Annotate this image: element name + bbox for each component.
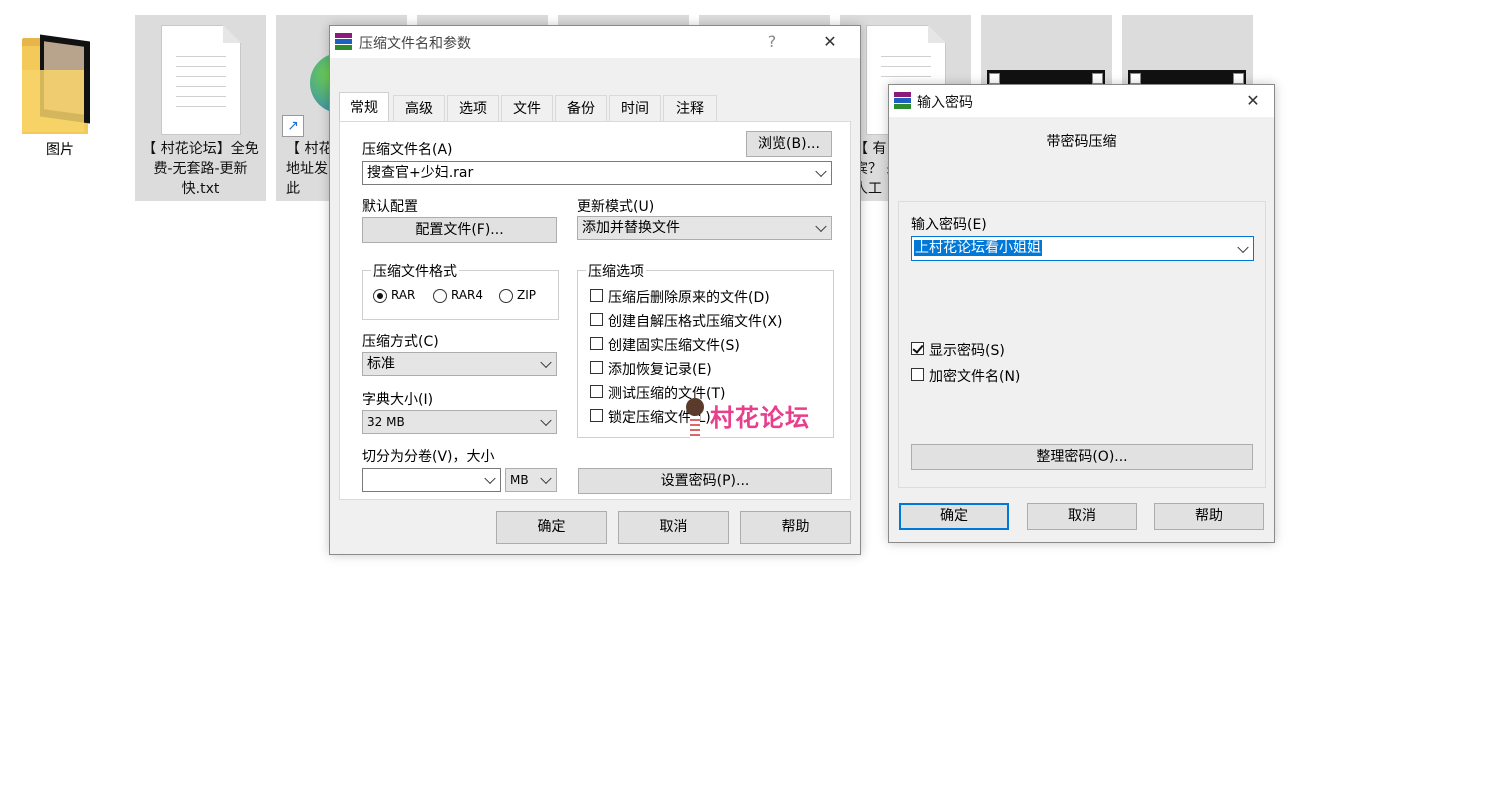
archive-name-combo[interactable]: 搜查官+少妇.rar [362,161,832,185]
profile-button[interactable]: 配置文件(F)... [362,217,557,243]
profile-label: 默认配置 [362,199,418,215]
option-label: 压缩后删除原来的文件(D) [608,290,770,306]
chevron-down-icon [540,414,552,427]
help-title-button[interactable]: ? [758,30,786,54]
desktop-item-txt[interactable]: 【 村花论坛】全免费-无套路-更新快.txt [135,15,266,201]
desktop-item-label: 图片 [46,142,74,158]
password-value: 上村花论坛看小姐姐 [914,240,1042,256]
radio-zip[interactable] [499,289,513,303]
tab-options[interactable]: 选项 [447,95,499,121]
close-button[interactable]: ✕ [816,30,844,54]
tab-advanced[interactable]: 高级 [393,95,445,121]
update-mode-select[interactable]: 添加并替换文件 [577,216,832,240]
encrypt-file-names-label: 加密文件名(N) [929,369,1021,385]
test-files-checkbox[interactable] [590,385,603,398]
cancel-button[interactable]: 取消 [618,511,729,544]
radio-rar4[interactable] [433,289,447,303]
dictionary-value: 32 MB [367,415,405,429]
split-volumes-label: 切分为分卷(V)，大小 [362,449,495,465]
general-tab-panel: 压缩文件名(A) 浏览(B)... 搜查官+少妇.rar 默认配置 配置文件(F… [339,121,851,500]
tab-files[interactable]: 文件 [501,95,553,121]
ok-button[interactable]: 确定 [496,511,607,544]
browse-button[interactable]: 浏览(B)... [746,131,832,157]
archive-name-label: 压缩文件名(A) [362,142,453,158]
cartoon-girl-icon [686,398,704,416]
cancel-button[interactable]: 取消 [1027,503,1137,530]
dictionary-select[interactable]: 32 MB [362,410,557,434]
watermark-logo: 村花论坛 [686,394,836,444]
radio-rar-label: RAR [391,288,416,302]
chevron-down-icon [1237,241,1249,253]
ok-button[interactable]: 确定 [899,503,1009,530]
desktop-item-label: 【 村花论坛】全免费-无套路-更新快.txt [142,141,259,197]
organize-passwords-button[interactable]: 整理密码(O)... [911,444,1253,470]
archive-format-title: 压缩文件格式 [371,261,459,281]
archive-format-group: 压缩文件格式 RAR RAR4 ZIP [362,261,559,320]
dialog-title: 压缩文件名和参数 [359,36,471,52]
folder-icon[interactable] [18,30,98,135]
update-mode-label: 更新模式(U) [577,199,655,215]
archive-options-title: 压缩选项 [586,261,646,281]
close-button[interactable]: ✕ [1239,89,1267,113]
radio-rar[interactable] [373,289,387,303]
help-button[interactable]: 帮助 [1154,503,1264,530]
password-label: 输入密码(E) [911,217,987,233]
show-password-label: 显示密码(S) [929,343,1005,359]
text-file-icon [161,25,241,135]
set-password-button[interactable]: 设置密码(P)... [578,468,832,494]
method-select[interactable]: 标准 [362,352,557,376]
radio-zip-label: ZIP [517,288,536,302]
chevron-down-icon [540,356,552,369]
help-button[interactable]: 帮助 [740,511,851,544]
shortcut-arrow-icon: ↗ [282,115,304,137]
recovery-record-checkbox[interactable] [590,361,603,374]
tab-general[interactable]: 常规 [339,92,389,122]
winrar-icon [335,33,352,50]
option-label: 创建自解压格式压缩文件(X) [608,314,783,330]
method-value: 标准 [367,356,395,372]
encrypt-file-names-checkbox[interactable] [911,368,924,381]
tab-time[interactable]: 时间 [609,95,661,121]
solid-checkbox[interactable] [590,337,603,350]
split-unit-select[interactable]: MB [505,468,557,492]
chevron-down-icon [815,220,827,233]
watermark-text: 村花论坛 [710,404,810,432]
chevron-down-icon [540,472,552,485]
lock-archive-checkbox[interactable] [590,409,603,422]
password-panel: 输入密码(E) 上村花论坛看小姐姐 显示密码(S) 加密文件名(N) 整理密码(… [898,201,1266,488]
chevron-down-icon [815,165,827,178]
delete-after-checkbox[interactable] [590,289,603,302]
radio-rar4-label: RAR4 [451,288,484,302]
dialog-title: 输入密码 [917,95,973,111]
option-label: 添加恢复记录(E) [608,362,712,378]
option-label: 创建固实压缩文件(S) [608,338,740,354]
tab-comment[interactable]: 注释 [663,95,717,121]
show-password-checkbox[interactable] [911,342,924,355]
split-size-combo[interactable] [362,468,501,492]
update-mode-value: 添加并替换文件 [582,220,680,236]
chevron-down-icon [484,472,496,485]
sfx-checkbox[interactable] [590,313,603,326]
split-unit-value: MB [510,473,529,487]
dictionary-label: 字典大小(I) [362,392,434,408]
method-label: 压缩方式(C) [362,334,439,350]
password-input[interactable]: 上村花论坛看小姐姐 [911,236,1254,261]
winrar-icon [894,92,911,109]
archive-name-value: 搜查官+少妇.rar [367,165,474,181]
password-dialog: 输入密码 ✕ 带密码压缩 输入密码(E) 上村花论坛看小姐姐 显示密码(S) 加… [888,84,1275,543]
archive-parameters-dialog: 压缩文件名和参数 ? ✕ 常规 高级 选项 文件 备份 时间 注释 压缩文件名(… [329,25,861,555]
title-bar[interactable]: 压缩文件名和参数 ? ✕ [330,26,860,58]
title-bar[interactable]: 输入密码 ✕ [889,85,1274,117]
tab-backup[interactable]: 备份 [555,95,607,121]
checkmark-icon [912,342,924,354]
password-heading: 带密码压缩 [1046,134,1117,150]
